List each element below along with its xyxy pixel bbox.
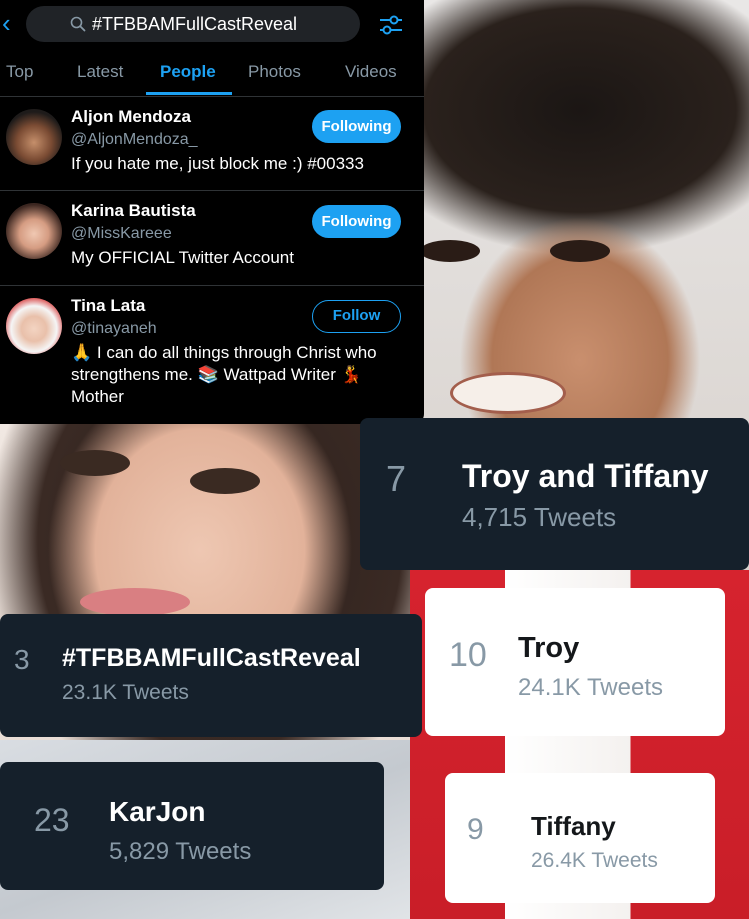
- tab-top[interactable]: Top: [6, 62, 33, 82]
- follow-button[interactable]: Follow: [312, 300, 401, 333]
- search-input[interactable]: #TFBBAMFullCastReveal: [26, 6, 360, 42]
- avatar[interactable]: [6, 203, 62, 259]
- trend-rank: 23: [34, 802, 70, 838]
- tab-people[interactable]: People: [160, 62, 216, 82]
- user-handle: @MissKareee: [71, 225, 172, 242]
- trend-name: Troy: [518, 632, 580, 664]
- trend-tweet-count: 23.1K Tweets: [62, 681, 189, 704]
- trend-card[interactable]: 10 Troy 24.1K Tweets: [425, 588, 725, 736]
- following-button[interactable]: Following: [312, 110, 401, 143]
- trend-rank: 10: [449, 636, 487, 674]
- tab-photos[interactable]: Photos: [248, 62, 301, 82]
- user-row[interactable]: Tina Lata @tinayaneh 🙏 I can do all thin…: [0, 286, 424, 424]
- user-bio: 🙏 I can do all things through Christ who…: [71, 343, 377, 406]
- eye-shape: [190, 468, 260, 494]
- user-bio: If you hate me, just block me :) #00333: [71, 154, 364, 173]
- tab-videos[interactable]: Videos: [345, 62, 397, 82]
- tab-latest[interactable]: Latest: [77, 62, 123, 82]
- trend-card[interactable]: 9 Tiffany 26.4K Tweets: [445, 773, 715, 903]
- search-top-bar: ‹ #TFBBAMFullCastReveal: [0, 6, 424, 44]
- twitter-search-panel: ‹ #TFBBAMFullCastReveal Top Latest Peopl…: [0, 0, 424, 424]
- trend-name: Troy and Tiffany: [462, 458, 709, 494]
- lips-shape: [80, 588, 190, 616]
- trend-card[interactable]: 23 KarJon 5,829 Tweets: [0, 762, 384, 890]
- trend-name: #TFBBAMFullCastReveal: [62, 644, 361, 672]
- search-query-text: #TFBBAMFullCastReveal: [92, 14, 298, 34]
- user-bio: My OFFICIAL Twitter Account: [71, 248, 294, 267]
- user-row[interactable]: Aljon Mendoza @AljonMendoza_ If you hate…: [0, 97, 424, 191]
- trend-rank: 7: [386, 458, 407, 499]
- user-handle: @AljonMendoza_: [71, 131, 198, 148]
- active-tab-indicator: [146, 92, 232, 95]
- avatar[interactable]: [6, 109, 62, 165]
- user-name: Aljon Mendoza: [71, 107, 191, 126]
- trend-card[interactable]: 3 #TFBBAMFullCastReveal 23.1K Tweets: [0, 614, 422, 737]
- chevron-left-icon[interactable]: ‹: [2, 10, 22, 36]
- trend-card[interactable]: 7 Troy and Tiffany 4,715 Tweets: [360, 418, 749, 570]
- trend-rank: 3: [14, 644, 30, 675]
- user-row[interactable]: Karina Bautista @MissKareee My OFFICIAL …: [0, 191, 424, 286]
- trend-name: KarJon: [109, 796, 206, 827]
- following-button[interactable]: Following: [312, 205, 401, 238]
- eye-shape: [60, 450, 130, 476]
- filter-sliders-icon[interactable]: [378, 12, 404, 38]
- trend-tweet-count: 26.4K Tweets: [531, 849, 658, 872]
- trend-tweet-count: 24.1K Tweets: [518, 674, 663, 701]
- trend-name: Tiffany: [531, 811, 616, 841]
- avatar[interactable]: [6, 298, 62, 354]
- user-handle: @tinayaneh: [71, 320, 157, 337]
- search-tabs: Top Latest People Photos Videos: [0, 50, 424, 97]
- trend-tweet-count: 5,829 Tweets: [109, 838, 252, 865]
- search-icon: [70, 16, 86, 32]
- eye-shape: [420, 240, 480, 262]
- eye-shape: [550, 240, 610, 262]
- user-name: Tina Lata: [71, 296, 146, 315]
- user-name: Karina Bautista: [71, 201, 196, 220]
- trend-rank: 9: [467, 813, 484, 846]
- trend-tweet-count: 4,715 Tweets: [462, 502, 617, 532]
- smile-shape: [450, 372, 566, 414]
